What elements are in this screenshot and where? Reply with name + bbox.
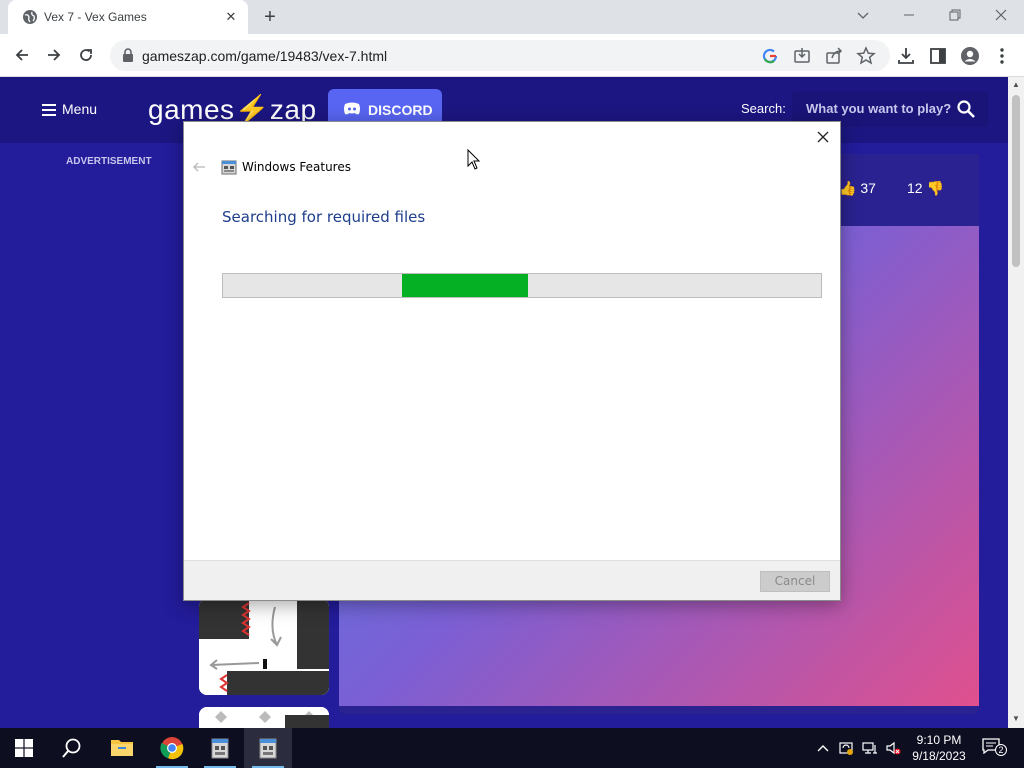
restore-window-button[interactable]: [937, 5, 973, 27]
thumbs-up-icon: 👍: [839, 180, 857, 196]
discord-icon: [344, 102, 360, 115]
windows-features-icon: [259, 738, 277, 759]
taskbar-search-button[interactable]: [48, 728, 96, 768]
windows-features-icon: [211, 738, 229, 759]
dialog-footer: Cancel: [184, 560, 840, 600]
tab-title: Vex 7 - Vex Games: [44, 10, 147, 24]
address-bar[interactable]: gameszap.com/game/19483/vex-7.html: [110, 40, 890, 71]
back-arrow-icon[interactable]: [9, 43, 35, 69]
chrome-menu-icon[interactable]: [992, 46, 1012, 66]
reload-icon[interactable]: [73, 43, 99, 69]
taskbar-file-explorer[interactable]: [98, 728, 146, 768]
profile-avatar-icon[interactable]: [960, 46, 980, 66]
taskbar-control-panel[interactable]: [196, 728, 244, 768]
downloads-icon[interactable]: [896, 46, 916, 66]
progress-bar-fill: [402, 274, 528, 297]
thumbs-down-icon: 👎: [926, 180, 944, 196]
action-center-button[interactable]: 2: [982, 738, 1007, 758]
windows-features-dialog: Windows Features Searching for required …: [183, 121, 841, 601]
taskbar-chrome[interactable]: [148, 728, 196, 768]
windows-taskbar: 9:10 PM 9/18/2023 2: [0, 728, 1024, 768]
browser-tab[interactable]: Vex 7 - Vex Games ✕: [8, 0, 248, 34]
install-app-icon[interactable]: [792, 46, 812, 66]
dialog-title: Windows Features: [242, 160, 351, 174]
minimize-window-button[interactable]: [891, 5, 927, 27]
search-icon[interactable]: [956, 99, 976, 119]
backup-sync-icon[interactable]: [838, 740, 854, 756]
vex-thumbnail-image: [199, 599, 329, 695]
advertisement-label: ADVERTISEMENT: [66, 156, 152, 167]
dislike-button[interactable]: 12 👎: [907, 180, 944, 197]
search-label: Search:: [741, 101, 786, 116]
share-icon[interactable]: [824, 46, 844, 66]
likes-count: 37: [860, 180, 876, 196]
tab-search-icon[interactable]: [845, 5, 881, 27]
dialog-back-arrow-icon[interactable]: [192, 160, 206, 174]
dialog-close-icon[interactable]: [814, 128, 832, 146]
like-button[interactable]: 👍 37: [839, 180, 876, 197]
browser-toolbar: gameszap.com/game/19483/vex-7.html: [0, 34, 1024, 77]
globe-icon: [23, 10, 37, 24]
game-thumbnail[interactable]: [199, 599, 329, 695]
system-clock[interactable]: 9:10 PM 9/18/2023: [904, 732, 974, 764]
clock-date: 9/18/2023: [912, 749, 966, 763]
hamburger-icon: [42, 104, 56, 117]
scrollbar-thumb[interactable]: [1012, 95, 1020, 267]
windows-logo-icon: [15, 739, 33, 757]
url-text: gameszap.com/game/19483/vex-7.html: [142, 48, 388, 64]
taskbar-windows-features[interactable]: [244, 728, 292, 768]
bookmark-star-icon[interactable]: [856, 46, 876, 66]
network-icon[interactable]: [862, 740, 878, 756]
search-placeholder: What you want to play?: [806, 101, 952, 116]
side-panel-icon[interactable]: [928, 46, 948, 66]
scroll-up-icon[interactable]: ▲: [1012, 80, 1020, 89]
chevron-up-icon[interactable]: [815, 740, 831, 756]
vex-thumbnail-image: [199, 707, 329, 728]
start-button[interactable]: [0, 728, 48, 768]
discord-label: DISCORD: [368, 102, 433, 118]
menu-label: Menu: [62, 101, 98, 117]
clock-time: 9:10 PM: [916, 733, 962, 747]
windows-features-icon: [221, 160, 237, 175]
progress-bar: [222, 273, 822, 298]
forward-arrow-icon[interactable]: [41, 43, 67, 69]
notification-count-badge: 2: [995, 744, 1007, 756]
dislikes-count: 12: [907, 180, 923, 196]
dialog-status-heading: Searching for required files: [222, 208, 426, 226]
new-tab-button[interactable]: +: [258, 6, 282, 30]
game-thumbnail[interactable]: [199, 707, 329, 728]
search-icon: [62, 738, 81, 758]
cancel-button[interactable]: Cancel: [760, 571, 830, 592]
mouse-cursor-icon: [467, 149, 481, 170]
menu-button[interactable]: Menu: [42, 101, 97, 117]
scroll-down-icon[interactable]: ▼: [1012, 714, 1020, 723]
folder-icon: [111, 740, 133, 756]
browser-tab-strip: Vex 7 - Vex Games ✕ +: [0, 0, 1024, 34]
chrome-icon: [160, 737, 184, 760]
lock-icon[interactable]: [122, 48, 134, 62]
page-scrollbar[interactable]: ▲ ▼: [1008, 77, 1024, 728]
volume-muted-icon[interactable]: [885, 740, 901, 756]
tab-close-icon[interactable]: ✕: [222, 8, 240, 26]
google-lens-icon[interactable]: [760, 46, 780, 66]
close-window-button[interactable]: [983, 5, 1019, 27]
